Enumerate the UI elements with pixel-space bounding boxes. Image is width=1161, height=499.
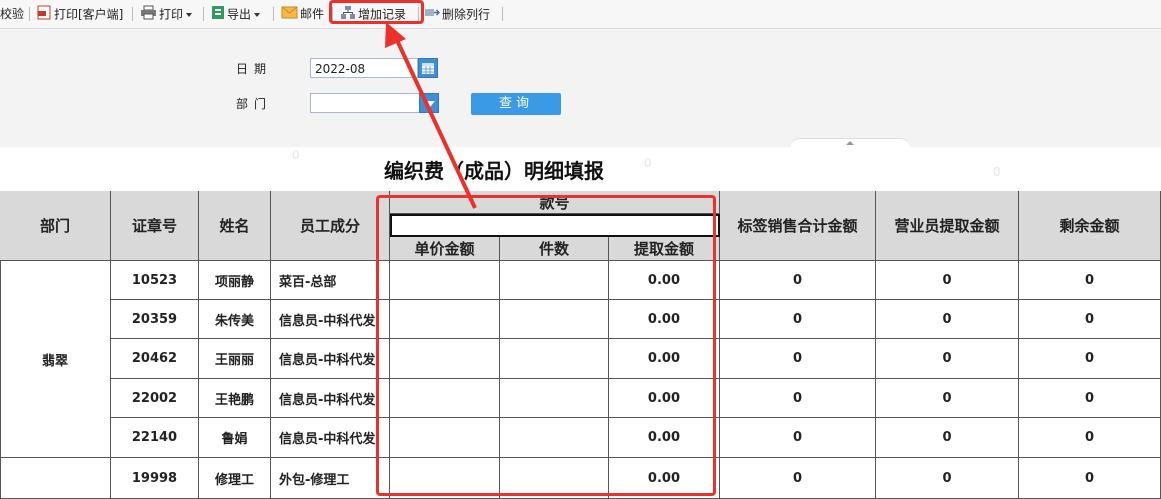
annotation-arrow bbox=[385, 22, 477, 209]
